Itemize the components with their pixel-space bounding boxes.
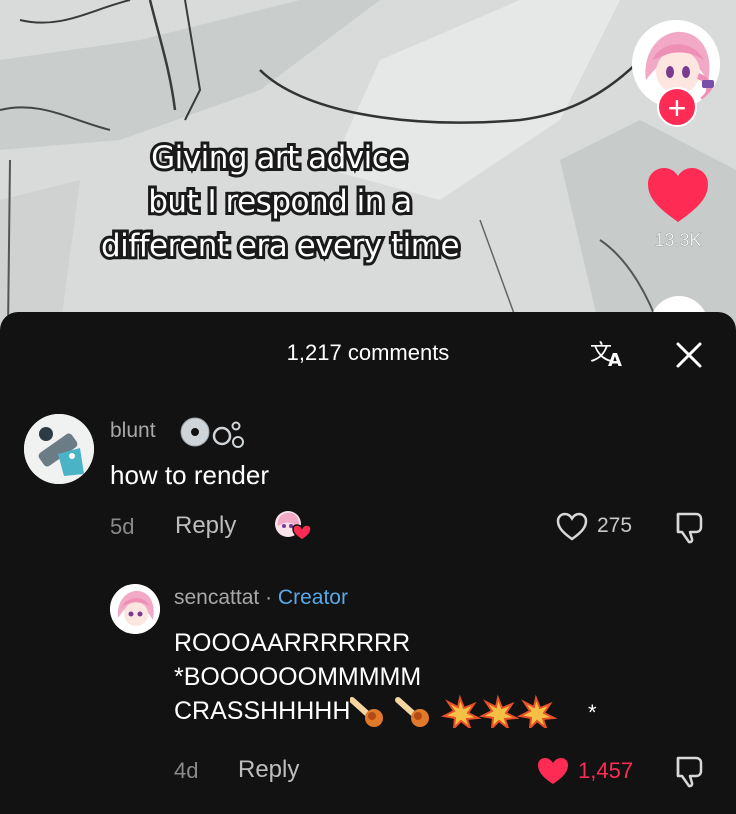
reply-reply-button[interactable]: Reply	[238, 756, 299, 784]
cannon-avatar-icon	[24, 414, 94, 484]
reply-button[interactable]: Reply	[175, 512, 236, 540]
dislike-icon[interactable]	[670, 754, 706, 788]
anime-avatar-icon	[110, 584, 160, 634]
creator-badge: Creator	[277, 586, 348, 609]
video-background[interactable]: Giving art advice but I respond in a dif…	[0, 0, 736, 330]
caption-line: but I respond in a	[145, 181, 415, 223]
close-icon[interactable]	[672, 338, 706, 372]
reply-like-count: 1,457	[578, 758, 634, 783]
dislike-icon[interactable]	[670, 510, 706, 544]
translate-icon[interactable]: 文 A	[588, 336, 628, 370]
follow-button[interactable]: +	[657, 87, 697, 127]
reply-text-line: *BOOOOOOMMMMM	[174, 663, 422, 691]
reply-age: 4d	[174, 758, 199, 783]
heart-filled-icon[interactable]	[536, 756, 570, 786]
meteor-explosion-emoji-icon	[350, 694, 558, 728]
reply-text-line: ROOOAARRRRRRR	[174, 629, 411, 657]
heart-icon[interactable]	[648, 168, 708, 224]
like-count: 13.3K	[654, 230, 702, 251]
reply-header: sencattat · Creator	[174, 586, 348, 610]
plus-icon: +	[667, 90, 687, 126]
comment-text: how to render	[110, 460, 269, 490]
comment-like-count: 275	[597, 514, 633, 537]
separator-dot: ·	[265, 586, 273, 609]
creator-liked-badge-icon	[275, 511, 312, 541]
cd-disc-icon	[180, 417, 244, 448]
svg-text:A: A	[608, 350, 622, 370]
reply-text-last-line: CRASSHHHHH	[174, 694, 600, 728]
reply-text-line: CRASSHHHHH	[174, 697, 351, 725]
comments-sheet: 1,217 comments 文 A blunt how to render 5…	[0, 312, 736, 814]
reply-avatar[interactable]	[110, 584, 160, 634]
reply-username[interactable]: sencattat	[174, 586, 259, 609]
video-caption: Giving art advice but I respond in a dif…	[0, 136, 560, 268]
comment-age: 5d	[110, 514, 135, 539]
heart-outline-icon[interactable]	[556, 512, 588, 542]
caption-line: Giving art advice	[148, 137, 410, 179]
comment-username[interactable]: blunt	[110, 419, 156, 443]
avatar[interactable]	[24, 414, 94, 484]
reply-trailing-text: *	[588, 700, 597, 725]
reply-text: ROOOAARRRRRRR *BOOOOOOMMMMM CRASSHHHHH	[174, 626, 600, 728]
caption-line: different era every time	[98, 225, 463, 267]
